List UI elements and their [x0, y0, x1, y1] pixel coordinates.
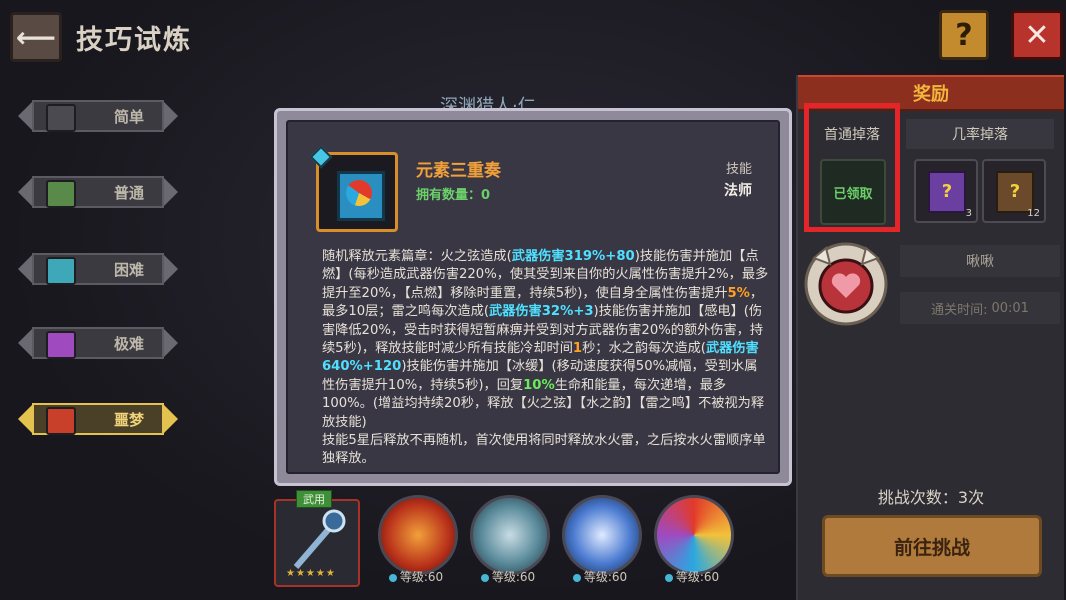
item-type: 技能 [725, 162, 752, 177]
gem-icon [309, 145, 333, 169]
description-segment: 技能5星后释放不再随机，首次使用将同时释放水火雷，之后按水火雷顺序单独释放。 [322, 433, 766, 467]
description-segment: 10% [523, 377, 555, 393]
tooltip-body: 元素三重奏 拥有数量：0 技能 法师 随机释放元素篇章：火之弦造成(武器伤害31… [286, 120, 780, 474]
skill-icon-frame [309, 145, 398, 232]
skill-description: 随机释放元素篇章：火之弦造成(武器伤害319%+80)技能伤害并施加【点燃】(每… [322, 248, 770, 469]
description-segment: 武器伤害32%+3 [489, 304, 594, 320]
description-segment: 秒；水之韵每次造成( [582, 341, 706, 357]
owned-count: 拥有数量：0 [416, 188, 491, 203]
item-class: 法师 [724, 183, 752, 199]
description-segment: 5% [727, 285, 750, 301]
description-segment: 随机释放元素篇章：火之弦造成( [322, 249, 512, 264]
spellbook-icon [337, 171, 385, 221]
description-segment: 武器伤害319%+80 [511, 249, 635, 264]
description-segment: 1 [572, 341, 583, 357]
skill-tooltip: 元素三重奏 拥有数量：0 技能 法师 随机释放元素篇章：火之弦造成(武器伤害31… [274, 108, 792, 486]
skill-name: 元素三重奏 [416, 161, 501, 181]
